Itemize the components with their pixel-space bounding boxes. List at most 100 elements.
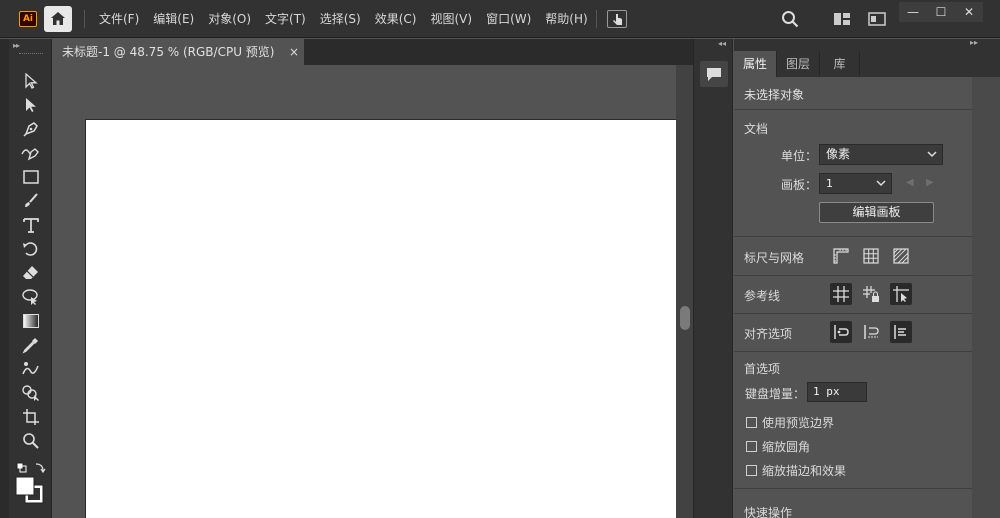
- artboard-tool-icon: [23, 409, 39, 425]
- checkbox-box[interactable]: [746, 417, 757, 428]
- artboard-select[interactable]: 1: [819, 173, 892, 194]
- artboard[interactable]: [86, 120, 676, 518]
- rectangle-tool[interactable]: [19, 166, 43, 188]
- units-label: 单位：: [781, 149, 818, 163]
- maximize-button[interactable]: ☐: [927, 2, 955, 22]
- canvas-area[interactable]: [53, 65, 676, 518]
- minimize-button[interactable]: —: [899, 2, 927, 22]
- snap-to-point-icon: [834, 325, 849, 339]
- scale-strokes-effects-checkbox[interactable]: 缩放描边和效果: [746, 462, 846, 479]
- vertical-scrollbar[interactable]: [676, 65, 693, 518]
- scale-corners-checkbox[interactable]: 缩放圆角: [746, 438, 810, 455]
- snap-to-pixel-button[interactable]: [860, 321, 882, 343]
- transparency-grid-icon: [893, 248, 909, 264]
- transparency-grid-button[interactable]: [890, 245, 912, 267]
- direct-selection-tool-icon: [26, 98, 36, 112]
- selection-tool-icon: [25, 73, 38, 89]
- tab-layers[interactable]: 图层: [777, 51, 820, 77]
- close-window-button[interactable]: ✕: [955, 2, 983, 22]
- menu-edit[interactable]: 编辑(E): [146, 0, 201, 38]
- eraser-tool[interactable]: [19, 262, 43, 284]
- fill-stroke-swatch-icon: [15, 476, 44, 504]
- menu-object[interactable]: 对象(O): [201, 0, 258, 38]
- menu-divider: [84, 10, 85, 28]
- panel-toggle-button[interactable]: [868, 12, 886, 29]
- home-button[interactable]: [44, 6, 72, 32]
- panel-header-strip: ▸▸: [734, 38, 1000, 51]
- arrange-documents-button[interactable]: [607, 10, 627, 28]
- search-button[interactable]: [781, 10, 799, 31]
- curvature-tool[interactable]: [19, 142, 43, 164]
- lasso-tool[interactable]: [19, 286, 43, 308]
- tab-properties[interactable]: 属性: [734, 51, 777, 77]
- menu-view[interactable]: 视图(V): [423, 0, 479, 38]
- tools-panel: ▸▸: [9, 39, 52, 518]
- eyedropper-tool[interactable]: [19, 334, 43, 356]
- previous-artboard-icon[interactable]: ◀: [906, 177, 914, 188]
- workspace-switcher-button[interactable]: [833, 12, 851, 29]
- toolbar-grip[interactable]: [19, 53, 43, 55]
- artboard-value: 1: [826, 177, 833, 190]
- keyboard-increment-input[interactable]: 1 px: [807, 382, 867, 402]
- edit-artboards-button[interactable]: 编辑画板: [819, 202, 934, 223]
- collapsed-panel-dock: ◂◂: [693, 39, 733, 518]
- shape-builder-tool[interactable]: [19, 382, 43, 404]
- rotate-tool[interactable]: [19, 238, 43, 260]
- snap-to-glyph-icon: [894, 325, 906, 339]
- show-guides-button[interactable]: [830, 283, 852, 305]
- left-edge: [0, 39, 9, 518]
- tab-libraries[interactable]: 库: [820, 51, 860, 77]
- checkbox-label: 缩放圆角: [762, 440, 811, 454]
- gradient-tool[interactable]: [19, 310, 43, 332]
- section-divider: [734, 109, 972, 110]
- section-divider: [734, 351, 972, 352]
- puppet-warp-tool-icon: [22, 362, 39, 375]
- properties-panel: ▸▸ 属性 图层 库 未选择对象 文档 单位： 像素 画板： 1 ◀ ▶ 编辑画…: [734, 38, 1000, 518]
- selection-tool[interactable]: [19, 70, 43, 92]
- next-artboard-icon[interactable]: ▶: [926, 177, 934, 188]
- scrollbar-thumb[interactable]: [680, 306, 690, 330]
- snap-to-point-button[interactable]: [830, 321, 852, 343]
- layout-grid-icon: [834, 13, 850, 25]
- keyboard-increment-label: 键盘增量：: [745, 387, 806, 401]
- show-grid-button[interactable]: [860, 245, 882, 267]
- puppet-warp-tool[interactable]: [19, 358, 43, 380]
- menu-help[interactable]: 帮助(H): [538, 0, 594, 38]
- checkbox-box[interactable]: [746, 441, 757, 452]
- checkbox-box[interactable]: [746, 465, 757, 476]
- snap-options-title: 对齐选项: [744, 327, 793, 341]
- expand-panels-icon[interactable]: ◂◂: [718, 39, 726, 48]
- paintbrush-tool-icon: [25, 193, 38, 207]
- paintbrush-tool[interactable]: [19, 190, 43, 212]
- snap-to-glyph-button[interactable]: [890, 321, 912, 343]
- menu-window[interactable]: 窗口(W): [479, 0, 538, 38]
- collapse-toolbar-icon[interactable]: ▸▸: [13, 41, 20, 50]
- comments-button[interactable]: [700, 61, 728, 87]
- menu-file[interactable]: 文件(F): [92, 0, 146, 38]
- pen-tool-icon: [23, 122, 38, 137]
- zoom-tool-icon: [23, 433, 39, 449]
- artboard-tool[interactable]: [19, 406, 43, 428]
- fill-swatch[interactable]: [13, 475, 47, 505]
- lock-guides-button[interactable]: [860, 283, 882, 305]
- smart-guides-button[interactable]: [890, 283, 912, 305]
- guides-icon: [833, 286, 849, 302]
- document-tab-title: 未标题-1 @ 48.75 % (RGB/CPU 预览): [62, 45, 275, 59]
- use-preview-bounds-checkbox[interactable]: 使用预览边界: [746, 414, 834, 431]
- document-tab-bar: 未标题-1 @ 48.75 % (RGB/CPU 预览) ×: [53, 39, 693, 65]
- collapse-panel-icon[interactable]: ▸▸: [970, 38, 978, 47]
- menu-select[interactable]: 选择(S): [313, 0, 368, 38]
- pen-tool[interactable]: [19, 118, 43, 140]
- type-tool[interactable]: [19, 214, 43, 236]
- zoom-tool[interactable]: [19, 430, 43, 452]
- lock-guides-icon: [863, 286, 879, 302]
- lasso-tool-icon: [22, 289, 38, 305]
- close-tab-icon[interactable]: ×: [289, 39, 299, 65]
- menu-effect[interactable]: 效果(C): [368, 0, 424, 38]
- units-select[interactable]: 像素: [819, 144, 943, 165]
- direct-selection-tool[interactable]: [19, 94, 43, 116]
- menu-type[interactable]: 文字(T): [258, 0, 313, 38]
- document-tab[interactable]: 未标题-1 @ 48.75 % (RGB/CPU 预览) ×: [53, 39, 305, 65]
- show-rulers-button[interactable]: [830, 245, 852, 267]
- panel-scrollbar[interactable]: [972, 77, 1000, 518]
